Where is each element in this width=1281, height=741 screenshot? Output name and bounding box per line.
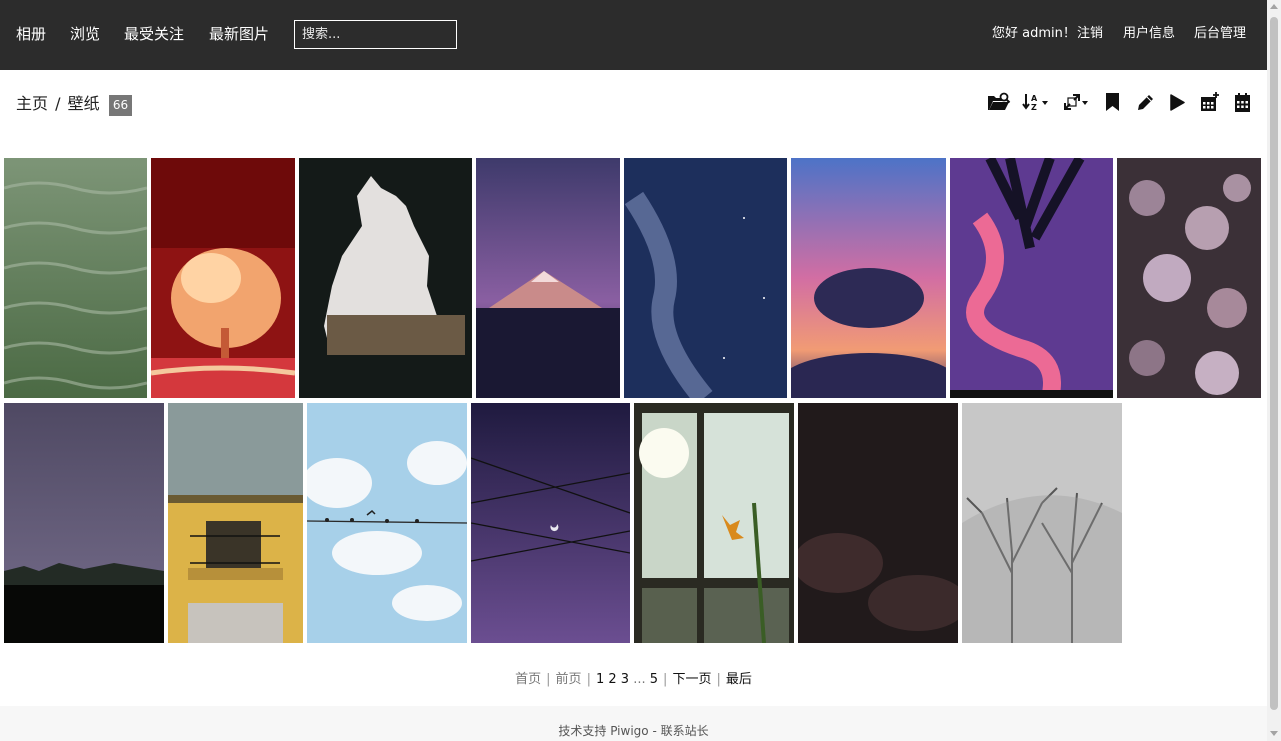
pagination-page-3[interactable]: 3 bbox=[621, 672, 629, 687]
pagination-last[interactable]: 最后 bbox=[726, 672, 752, 687]
pagination-ellipsis: ... bbox=[633, 672, 646, 687]
thumbnail-yellow-building-balcony[interactable] bbox=[168, 403, 303, 643]
chevron-down-icon bbox=[1042, 101, 1048, 105]
pagination-next[interactable]: 下一页 bbox=[672, 672, 711, 687]
nav-most-visited-link[interactable]: 最受关注 bbox=[124, 24, 184, 44]
footer-powered-by: 技术支持 bbox=[558, 724, 607, 738]
breadcrumb: 主页 / 壁纸 bbox=[16, 93, 100, 115]
pagination-separator: | bbox=[586, 672, 591, 687]
photo-count-badge: 66 bbox=[109, 95, 132, 116]
thumbnail-blue-night-sky-clouds[interactable] bbox=[624, 158, 787, 398]
edit-icon[interactable] bbox=[1137, 91, 1154, 113]
thumbnail-bare-winter-trees[interactable] bbox=[962, 403, 1122, 643]
nav-albums-link[interactable]: 相册 bbox=[16, 24, 46, 44]
pagination-page-5[interactable]: 5 bbox=[650, 672, 658, 687]
thumbnail-palm-and-pink-cloud[interactable] bbox=[950, 158, 1113, 398]
scroll-down-arrow-icon[interactable] bbox=[1270, 731, 1278, 736]
calendar-posted-icon[interactable] bbox=[1200, 91, 1220, 113]
album-search-icon[interactable] bbox=[987, 91, 1011, 113]
pagination-separator: | bbox=[663, 672, 668, 687]
pagination-separator: | bbox=[716, 672, 721, 687]
page: 相册 浏览 最受关注 最新图片 您好 admin！ 注销 用户信息 后台管理 主… bbox=[0, 0, 1281, 741]
slideshow-play-icon[interactable] bbox=[1170, 91, 1185, 113]
vertical-scrollbar[interactable] bbox=[1267, 0, 1281, 741]
thumbnail-dark-moon-clouds[interactable] bbox=[798, 403, 958, 643]
breadcrumb-separator: / bbox=[55, 94, 61, 113]
sort-order-icon[interactable]: AZ bbox=[1022, 91, 1048, 113]
footer-dash: - bbox=[652, 724, 657, 738]
pagination-page-1[interactable]: 1 bbox=[596, 672, 604, 687]
thumbnail-pink-sunset-cloud[interactable] bbox=[791, 158, 946, 398]
scroll-thumb[interactable] bbox=[1270, 17, 1278, 710]
top-navbar: 相册 浏览 最受关注 最新图片 您好 admin！ 注销 用户信息 后台管理 bbox=[0, 0, 1267, 70]
thumbnail-cave-opening-landscape[interactable] bbox=[299, 158, 472, 398]
greeting-text: 您好 admin！ bbox=[992, 26, 1076, 41]
chevron-down-icon bbox=[1082, 101, 1088, 105]
thumbnail-red-infrared-tree[interactable] bbox=[151, 158, 295, 398]
pagination-page-2[interactable]: 2 bbox=[608, 672, 616, 687]
search-input[interactable] bbox=[294, 20, 457, 49]
thumbnail-window-with-flower[interactable] bbox=[634, 403, 794, 643]
favorite-bookmark-icon[interactable] bbox=[1106, 91, 1119, 113]
footer-piwigo-link[interactable]: Piwigo bbox=[610, 724, 648, 738]
profile-link[interactable]: 用户信息 bbox=[1123, 26, 1175, 42]
calendar-created-icon[interactable] bbox=[1234, 91, 1251, 113]
thumbnail-lilac-flowers[interactable] bbox=[1117, 158, 1261, 398]
pagination: 首页 | 前页 | 1 2 3 ... 5 | 下一页 | 最后 bbox=[0, 668, 1267, 687]
thumbnail-crescent-moon-power-lines[interactable] bbox=[471, 403, 630, 643]
svg-text:Z: Z bbox=[1031, 103, 1037, 111]
scroll-up-arrow-icon[interactable] bbox=[1270, 4, 1278, 9]
thumbnail-birds-on-wire-sky[interactable] bbox=[307, 403, 467, 643]
pagination-prev: 前页 bbox=[555, 672, 582, 687]
photo-size-icon[interactable] bbox=[1064, 91, 1088, 113]
thumbnail-purple-mountain-peak[interactable] bbox=[476, 158, 620, 398]
thumbnail-foggy-purple-hills[interactable] bbox=[4, 403, 164, 643]
pagination-separator: | bbox=[546, 672, 551, 687]
svg-text:A: A bbox=[1031, 94, 1038, 103]
nav-browse-link[interactable]: 浏览 bbox=[70, 24, 100, 44]
nav-recent-photos-link[interactable]: 最新图片 bbox=[209, 24, 269, 44]
footer-contact-link[interactable]: 联系站长 bbox=[661, 724, 709, 738]
footer: 技术支持 Piwigo - 联系站长 bbox=[0, 706, 1267, 741]
pagination-first: 首页 bbox=[515, 672, 542, 687]
thumbnail-green-water-waves[interactable] bbox=[4, 158, 147, 398]
breadcrumb-album-link[interactable]: 壁纸 bbox=[68, 94, 100, 113]
logout-link[interactable]: 注销 bbox=[1077, 26, 1103, 42]
admin-link[interactable]: 后台管理 bbox=[1194, 26, 1246, 42]
breadcrumb-home-link[interactable]: 主页 bbox=[16, 94, 48, 113]
